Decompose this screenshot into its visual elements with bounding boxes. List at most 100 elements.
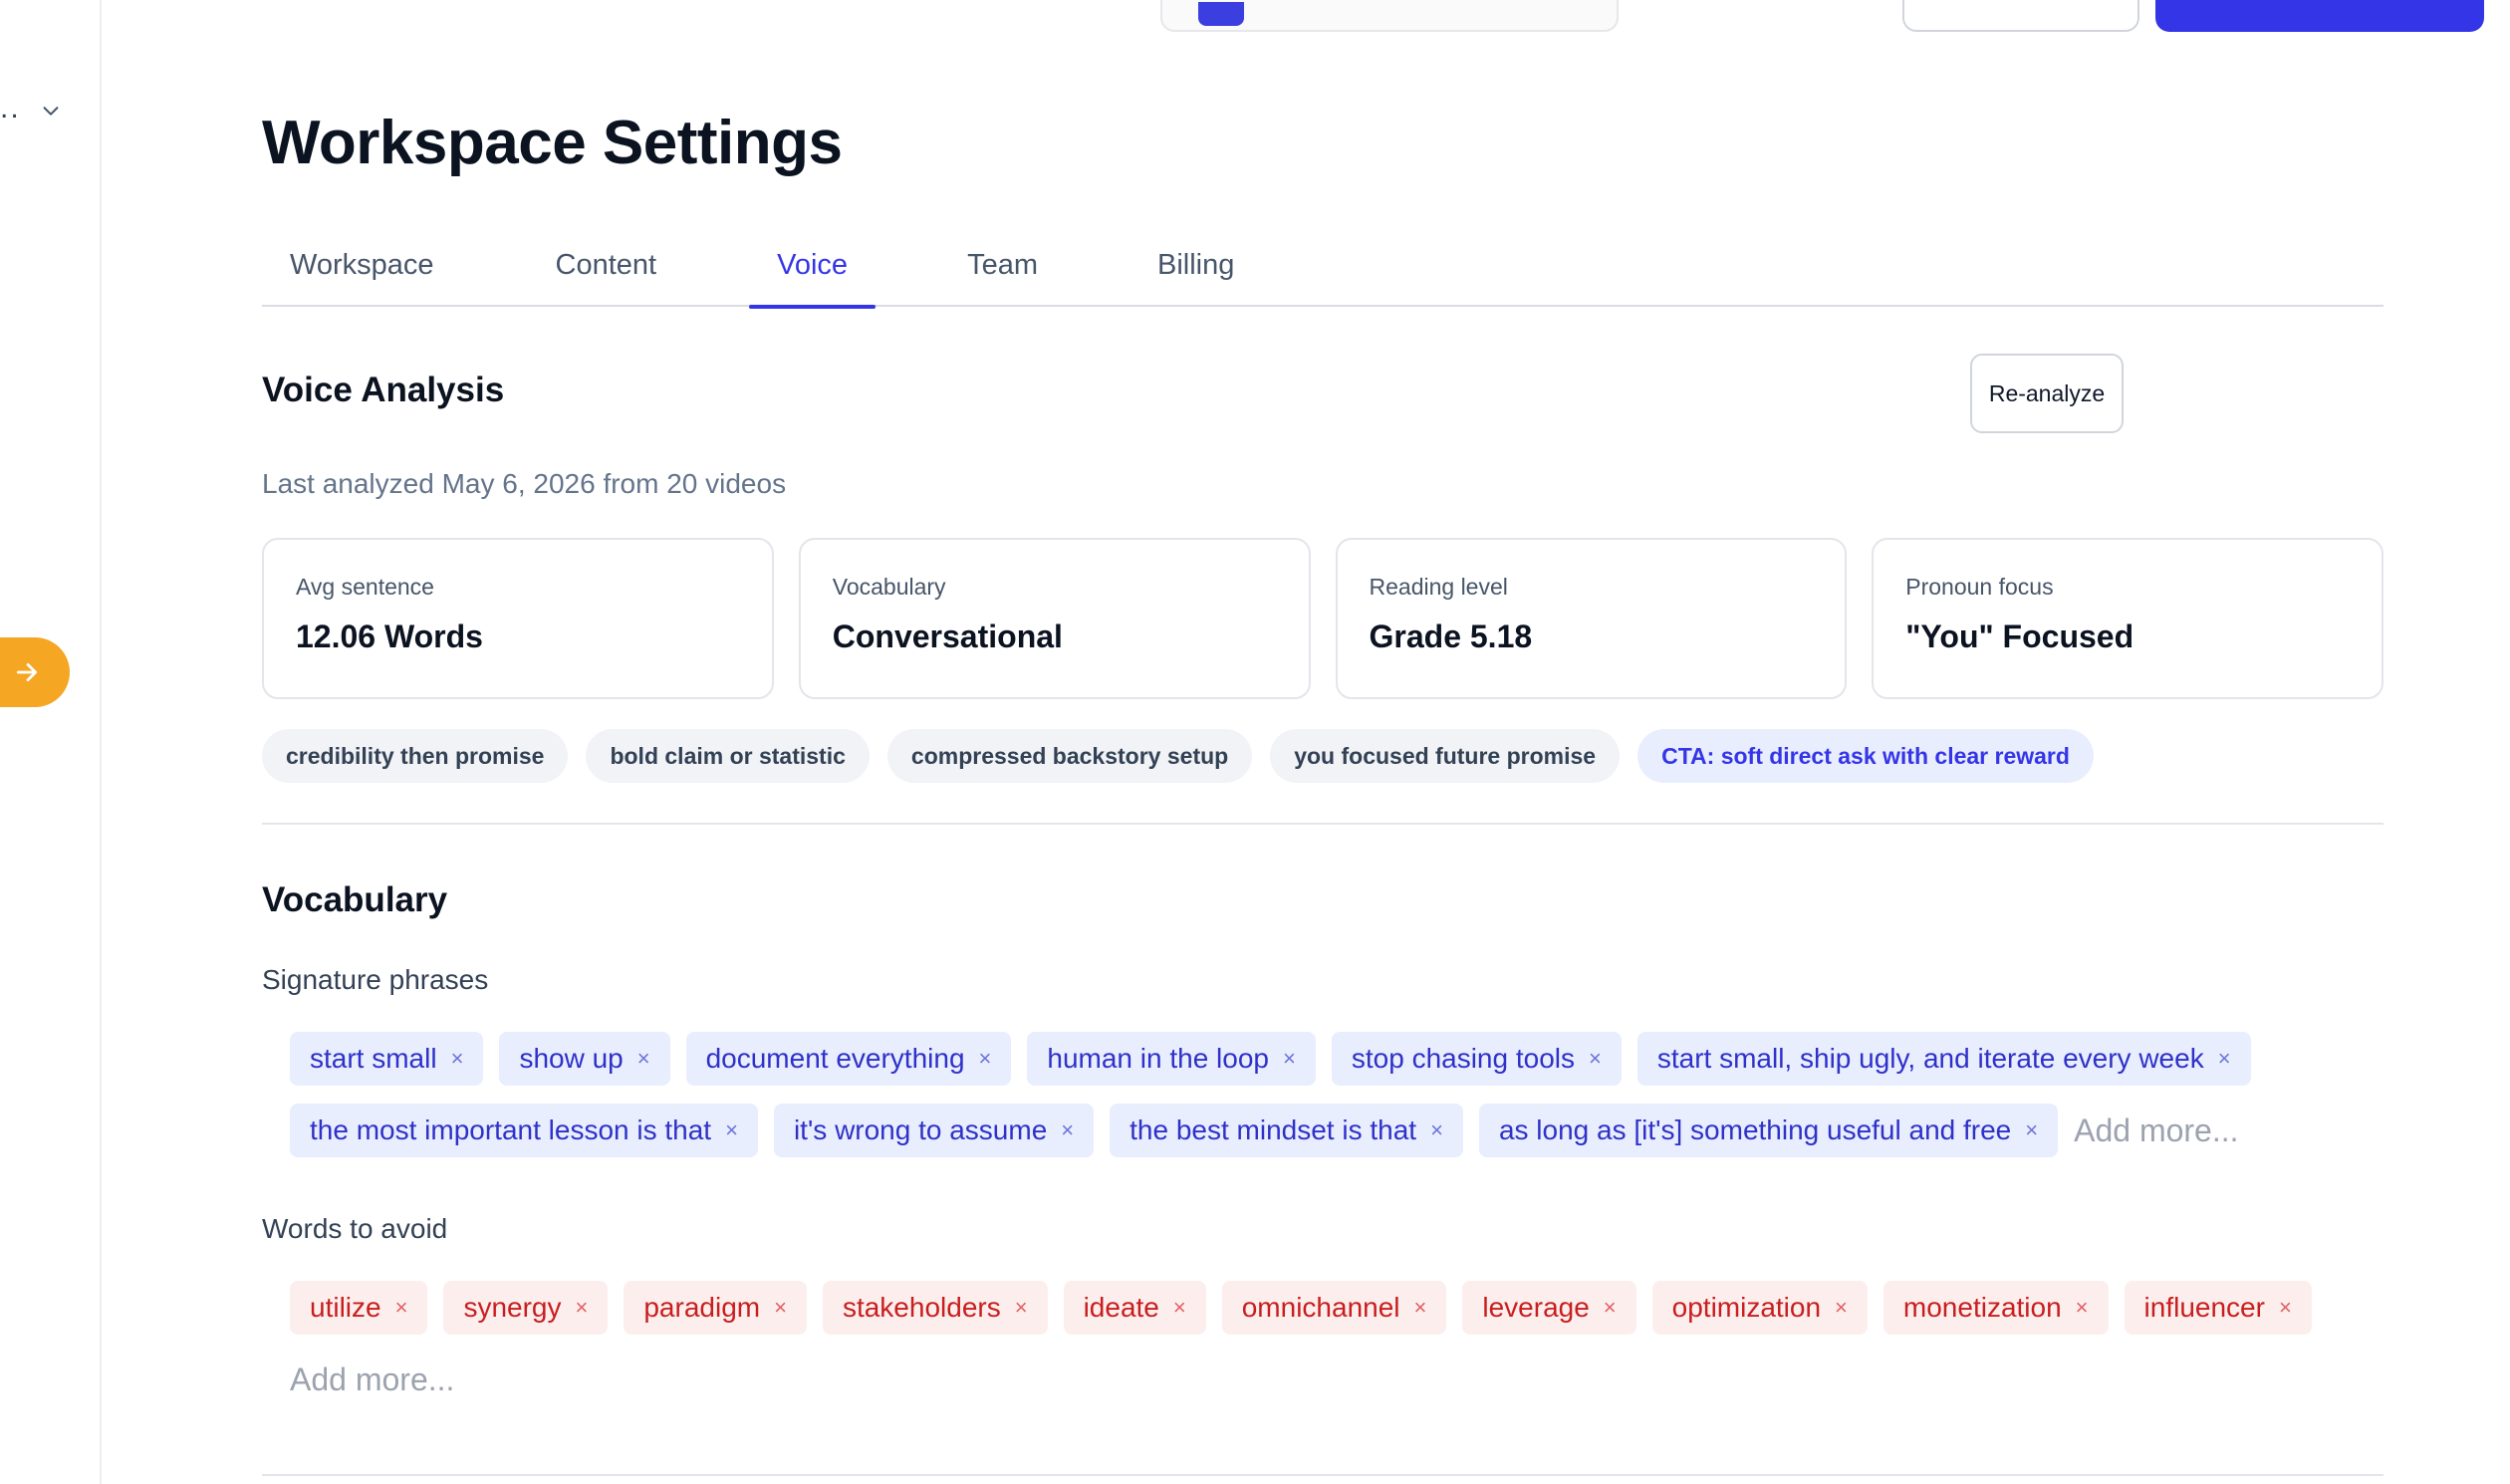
chip-label: ideate	[1083, 1292, 1159, 1323]
signature-phrase-chip: human in the loop ×	[1027, 1032, 1316, 1086]
chip-label: start small, ship ugly, and iterate ever…	[1656, 1043, 2204, 1074]
words-to-avoid-add-input[interactable]	[290, 1353, 499, 1406]
metric-value: 12.06 Words	[296, 618, 483, 654]
chevron-down-icon[interactable]	[40, 100, 62, 122]
remove-chip-icon[interactable]: ×	[1015, 1297, 1028, 1319]
chip-label: synergy	[463, 1292, 562, 1323]
signature-phrase-chip: show up ×	[499, 1032, 670, 1086]
metric-value: Grade 5.18	[1369, 618, 1533, 654]
metric-card-reading-level: Reading level Grade 5.18	[1335, 538, 1848, 699]
voice-analysis-title: Voice Analysis	[262, 371, 505, 409]
chip-label: monetization	[1902, 1292, 2062, 1323]
chip-label: human in the loop	[1047, 1043, 1269, 1074]
remove-chip-icon[interactable]: ×	[395, 1297, 408, 1319]
metric-value: Conversational	[832, 618, 1063, 654]
remove-chip-icon[interactable]: ×	[1061, 1119, 1074, 1141]
page-title: Workspace Settings	[262, 109, 843, 177]
avoid-word-chip: optimization ×	[1651, 1281, 1868, 1335]
remove-chip-icon[interactable]: ×	[1604, 1297, 1617, 1319]
metric-value: "You" Focused	[1905, 618, 2134, 654]
remove-chip-icon[interactable]: ×	[2076, 1297, 2089, 1319]
header-primary-button[interactable]	[2155, 0, 2484, 32]
signature-phrase-chip: start small ×	[290, 1032, 484, 1086]
remove-chip-icon[interactable]: ×	[1173, 1297, 1186, 1319]
avoid-word-chip: utilize ×	[290, 1281, 428, 1335]
chip-label: optimization	[1671, 1292, 1822, 1323]
signature-phrase-chip: the best mindset is that ×	[1110, 1104, 1463, 1157]
tab-voice[interactable]: Voice	[749, 235, 876, 309]
remove-chip-icon[interactable]: ×	[979, 1048, 992, 1070]
chip-label: the best mindset is that	[1130, 1114, 1417, 1145]
chip-label: as long as [it's] something useful and f…	[1498, 1114, 2012, 1145]
avoid-word-chip: leverage ×	[1462, 1281, 1636, 1335]
remove-chip-icon[interactable]: ×	[2025, 1119, 2038, 1141]
sidebar: ..	[0, 0, 102, 1484]
remove-chip-icon[interactable]: ×	[637, 1048, 650, 1070]
connected-app-button[interactable]	[1160, 0, 1619, 32]
settings-tabs: Workspace Content Voice Team Billing	[262, 235, 2384, 309]
chip-label: document everything	[705, 1043, 965, 1074]
metric-card-avg-sentence: Avg sentence 12.06 Words	[262, 538, 774, 699]
signature-phrase-chip: the most important lesson is that ×	[290, 1104, 758, 1157]
metric-card-pronoun-focus: Pronoun focus "You" Focused	[1872, 538, 2384, 699]
pattern-pill: bold claim or statistic	[586, 729, 870, 783]
voice-metrics: Avg sentence 12.06 Words Vocabulary Conv…	[262, 538, 2384, 699]
tab-team[interactable]: Team	[967, 235, 1038, 307]
signature-phrases-list: start small × show up × document everything ×…	[290, 1032, 2372, 1157]
pattern-pill: you focused future promise	[1270, 729, 1621, 783]
avoid-word-chip: paradigm ×	[624, 1281, 807, 1335]
metric-label: Avg sentence	[296, 574, 434, 600]
words-to-avoid-list: utilize × synergy × paradigm × stakeholders × id…	[290, 1281, 2372, 1406]
app-icon	[1198, 2, 1244, 26]
remove-chip-icon[interactable]: ×	[774, 1297, 787, 1319]
sidebar-workspace-name[interactable]: ..	[0, 92, 21, 125]
chip-label: the most important lesson is that	[310, 1114, 712, 1145]
signature-phrase-chip: as long as [it's] something useful and f…	[1478, 1104, 2059, 1157]
pattern-pill: compressed backstory setup	[886, 729, 1253, 783]
header-secondary-button[interactable]	[1902, 0, 2139, 32]
signature-phrases-add-input[interactable]	[2074, 1104, 2284, 1157]
section-divider	[262, 823, 2384, 825]
signature-phrase-chip: it's wrong to assume ×	[773, 1104, 1095, 1157]
metric-label: Pronoun focus	[1905, 574, 2054, 600]
metric-label: Reading level	[1369, 574, 1508, 600]
remove-chip-icon[interactable]: ×	[2218, 1048, 2231, 1070]
remove-chip-icon[interactable]: ×	[1430, 1119, 1443, 1141]
avoid-word-chip: influencer ×	[2124, 1281, 2312, 1335]
pattern-pill: credibility then promise	[262, 729, 569, 783]
tab-billing[interactable]: Billing	[1157, 235, 1234, 307]
chip-label: show up	[519, 1043, 624, 1074]
chip-label: stakeholders	[842, 1292, 1001, 1323]
avoid-word-chip: synergy ×	[443, 1281, 609, 1335]
remove-chip-icon[interactable]: ×	[1283, 1048, 1296, 1070]
remove-chip-icon[interactable]: ×	[725, 1119, 738, 1141]
reanalyze-button[interactable]: Re-analyze	[1970, 354, 2124, 433]
arrow-right-icon	[16, 663, 38, 681]
avoid-word-chip: monetization ×	[1882, 1281, 2109, 1335]
remove-chip-icon[interactable]: ×	[451, 1048, 464, 1070]
chip-label: leverage	[1482, 1292, 1590, 1323]
remove-chip-icon[interactable]: ×	[1414, 1297, 1427, 1319]
expand-sidebar-button[interactable]	[0, 637, 70, 707]
remove-chip-icon[interactable]: ×	[2279, 1297, 2292, 1319]
signature-phrase-chip: start small, ship ugly, and iterate ever…	[1636, 1032, 2251, 1086]
remove-chip-icon[interactable]: ×	[1589, 1048, 1602, 1070]
avoid-word-chip: ideate ×	[1063, 1281, 1206, 1335]
metric-label: Vocabulary	[832, 574, 946, 600]
remove-chip-icon[interactable]: ×	[1835, 1297, 1848, 1319]
vocabulary-title: Vocabulary	[262, 880, 448, 919]
chip-label: it's wrong to assume	[793, 1114, 1048, 1145]
metric-card-vocabulary: Vocabulary Conversational	[798, 538, 1311, 699]
pattern-pill-cta: CTA: soft direct ask with clear reward	[1637, 729, 2094, 783]
words-to-avoid-label: Words to avoid	[262, 1213, 448, 1244]
tab-workspace[interactable]: Workspace	[290, 235, 434, 307]
signature-phrases-label: Signature phrases	[262, 964, 489, 995]
voice-patterns: credibility then promise bold claim or s…	[262, 729, 2094, 783]
chip-label: utilize	[310, 1292, 381, 1323]
tab-content[interactable]: Content	[556, 235, 657, 307]
remove-chip-icon[interactable]: ×	[576, 1297, 589, 1319]
chip-label: paradigm	[643, 1292, 761, 1323]
chip-label: start small	[310, 1043, 437, 1074]
avoid-word-chip: omnichannel ×	[1221, 1281, 1447, 1335]
chip-label: stop chasing tools	[1351, 1043, 1575, 1074]
